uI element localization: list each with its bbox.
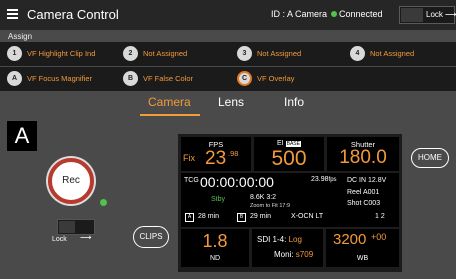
lock-toggle[interactable]: Lock ⟶ bbox=[399, 6, 456, 24]
tally-dot bbox=[100, 199, 107, 206]
fps-cell[interactable]: FPS Fix 23 .98 bbox=[181, 137, 251, 171]
assign-4-icon: 4 bbox=[350, 46, 365, 61]
connection-status: Connected bbox=[339, 9, 383, 19]
sdi-cell[interactable]: SDI 1-4: Log Moni: s709 bbox=[252, 229, 323, 267]
zoom-mode: Zoom to Fit 17:9 bbox=[250, 203, 291, 209]
assign-b-icon: B bbox=[123, 71, 138, 86]
rec-button[interactable]: Rec bbox=[48, 158, 94, 204]
sdi-label: SDI 1-4: bbox=[257, 235, 287, 244]
assign-2-icon: 2 bbox=[123, 46, 138, 61]
arrow-right-icon: ⟶ bbox=[80, 233, 92, 242]
shot-label: Shot bbox=[347, 200, 362, 207]
shot-info: Shot C003 bbox=[347, 200, 380, 207]
wb-cell[interactable]: 3200 +00 WB bbox=[326, 229, 399, 267]
ei-header: EI BASE bbox=[254, 140, 324, 147]
assign-button-label: VF Highlight Clip Ind bbox=[27, 49, 96, 58]
timecode-rate: 23.98fps bbox=[311, 176, 337, 183]
timecode-rate-value: 23.98 bbox=[311, 176, 329, 183]
codec: X-OCN LT bbox=[291, 213, 324, 220]
timecode-label: TCG bbox=[184, 177, 199, 184]
reel-label: Reel bbox=[347, 189, 362, 196]
tab-bar: Camera Lens Info bbox=[0, 95, 456, 117]
assign-row-letter: A VF Focus Magnifier B VF False Color C … bbox=[0, 67, 456, 91]
fps-value: 23 bbox=[205, 148, 227, 169]
arrow-right-icon: ⟶ bbox=[445, 10, 456, 19]
connection-status-dot bbox=[331, 11, 337, 17]
iris-value: 1.8 bbox=[202, 231, 228, 251]
page-indicator: 1 2 bbox=[375, 213, 385, 220]
shutter-value: 180.0 bbox=[339, 147, 387, 168]
ei-cell[interactable]: EI BASE 500 bbox=[254, 137, 324, 171]
home-button[interactable]: HOME bbox=[411, 148, 449, 168]
assign-c-icon: C bbox=[237, 71, 252, 86]
monitor-value: s709 bbox=[295, 250, 314, 259]
wb-label: WB bbox=[356, 255, 369, 262]
tab-info[interactable]: Info bbox=[284, 95, 304, 109]
assign-1-icon: 1 bbox=[7, 46, 22, 61]
tab-active-underline bbox=[140, 114, 200, 116]
fps-decimal: .98 bbox=[228, 149, 239, 158]
assign-3-icon: 3 bbox=[237, 46, 252, 61]
ei-label: EI bbox=[277, 140, 284, 147]
camera-letter: A bbox=[7, 121, 37, 151]
wb-tint: +00 bbox=[371, 232, 387, 242]
top-bar: Camera Control ID : A Camera Connected L… bbox=[0, 0, 456, 30]
camera-id: ID : A Camera bbox=[271, 9, 328, 19]
rec-lock-label: Lock bbox=[52, 236, 67, 243]
media-b-remaining: 29 min bbox=[250, 213, 272, 220]
shot-value: C003 bbox=[363, 200, 381, 207]
sdi-output: SDI 1-4: Log bbox=[257, 235, 302, 244]
rec-state: Stby bbox=[211, 196, 226, 203]
assign-button-label: VF Focus Magnifier bbox=[27, 74, 93, 83]
shutter-cell[interactable]: Shutter 180.0 bbox=[327, 137, 399, 171]
assign-button-label: VF Overlay bbox=[257, 74, 295, 83]
assign-label: Assign bbox=[8, 32, 33, 41]
media-a-remaining: 28 min bbox=[198, 213, 220, 220]
hamburger-menu-icon[interactable] bbox=[7, 9, 18, 19]
timecode-rate-unit: fps bbox=[328, 177, 337, 183]
status-panel: FPS Fix 23 .98 EI BASE 500 Shutter 180.0 … bbox=[178, 134, 402, 272]
assign-button-label: Not Assigned bbox=[370, 49, 415, 58]
sdi-value: Log bbox=[288, 235, 302, 244]
media-b-icon: B bbox=[237, 213, 246, 222]
ei-value: 500 bbox=[271, 147, 307, 170]
rec-lock-knob bbox=[59, 221, 75, 233]
monitor-label: Moni: bbox=[274, 250, 294, 259]
fps-fix: Fix bbox=[183, 153, 195, 163]
lock-toggle-knob bbox=[401, 8, 423, 22]
rec-button-label: Rec bbox=[62, 175, 80, 186]
app-title: Camera Control bbox=[27, 7, 119, 22]
nd-label: ND bbox=[209, 255, 221, 262]
monitor-output: Moni: s709 bbox=[274, 250, 313, 259]
assign-button-label: VF False Color bbox=[143, 74, 194, 83]
assign-button-label: Not Assigned bbox=[257, 49, 302, 58]
reel-value: A001 bbox=[362, 189, 380, 196]
assign-a-icon: A bbox=[7, 71, 22, 86]
wb-value: 3200 bbox=[333, 231, 367, 248]
assign-row-numeric: 1 VF Highlight Clip Ind 2 Not Assigned 3… bbox=[0, 42, 456, 66]
resolution: 8.6K 3:2 bbox=[250, 194, 277, 201]
iris-cell[interactable]: 1.8 ND bbox=[181, 229, 249, 267]
dc-in-voltage: DC IN 12.8V bbox=[347, 177, 387, 184]
media-a-icon: A bbox=[185, 213, 194, 222]
clips-button[interactable]: CLIPS bbox=[133, 226, 169, 248]
timecode-value: 00:00:00:00 bbox=[200, 174, 274, 190]
tab-camera[interactable]: Camera bbox=[148, 95, 191, 109]
recording-info: TCG 00:00:00:00 23.98fps DC IN 12.8V Stb… bbox=[181, 173, 399, 227]
reel-info: Reel A001 bbox=[347, 189, 379, 196]
assign-button-label: Not Assigned bbox=[143, 49, 188, 58]
lock-toggle-label: Lock bbox=[426, 10, 443, 19]
tab-lens[interactable]: Lens bbox=[218, 95, 244, 109]
